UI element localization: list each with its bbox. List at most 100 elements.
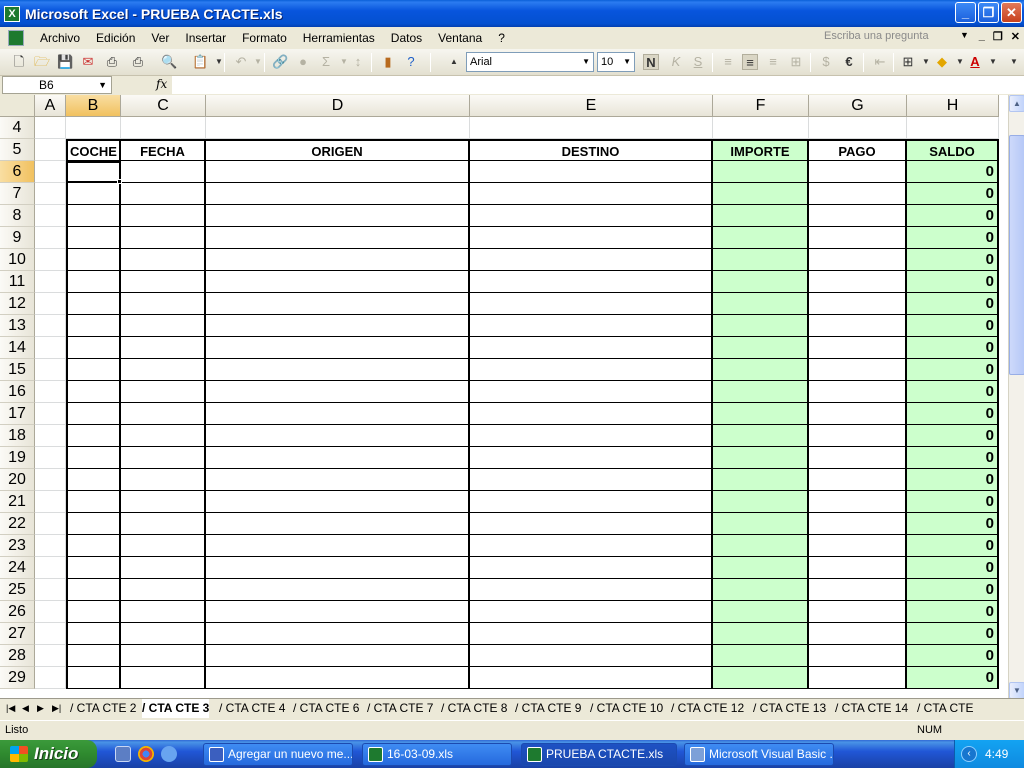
- cell-e29[interactable]: [470, 667, 713, 689]
- close-button[interactable]: ✕: [1001, 2, 1022, 23]
- sheet-tab-cta-cte-13[interactable]: / CTA CTE 13: [753, 699, 826, 718]
- underline-icon[interactable]: S: [690, 54, 706, 70]
- row-header-28[interactable]: 28: [0, 645, 35, 667]
- cell-e8[interactable]: [470, 205, 713, 227]
- cell-d13[interactable]: [206, 315, 470, 337]
- task-prueba-ctacte[interactable]: PRUEBA CTACTE.xls: [521, 743, 677, 766]
- cell-g8[interactable]: [809, 205, 907, 227]
- column-header-a[interactable]: A: [35, 95, 66, 117]
- menu-archivo[interactable]: Archivo: [32, 31, 88, 45]
- cell-e18[interactable]: [470, 425, 713, 447]
- cell-f29[interactable]: [713, 667, 809, 689]
- cell-g17[interactable]: [809, 403, 907, 425]
- cell-g18[interactable]: [809, 425, 907, 447]
- cell-f12[interactable]: [713, 293, 809, 315]
- cell-d26[interactable]: [206, 601, 470, 623]
- saldo-cell[interactable]: 0: [907, 557, 999, 579]
- cell-d6[interactable]: [206, 161, 470, 183]
- sheet-tab-cta-cte-6[interactable]: / CTA CTE 6: [293, 699, 359, 718]
- doc-minimize-icon[interactable]: _: [979, 30, 985, 43]
- scroll-down-icon[interactable]: ▼: [1009, 682, 1024, 699]
- cell-f16[interactable]: [713, 381, 809, 403]
- cell-c25[interactable]: [121, 579, 206, 601]
- cell-a11[interactable]: [35, 271, 66, 293]
- fill-handle[interactable]: [117, 179, 122, 184]
- sheet-tab-cta-cte-10[interactable]: / CTA CTE 10: [590, 699, 663, 718]
- active-cell-b6[interactable]: [66, 161, 121, 183]
- cell-d18[interactable]: [206, 425, 470, 447]
- cell-g11[interactable]: [809, 271, 907, 293]
- header-cell-origen[interactable]: ORIGEN: [206, 139, 470, 161]
- row-header-27[interactable]: 27: [0, 623, 35, 645]
- cell-c13[interactable]: [121, 315, 206, 337]
- cell-b27[interactable]: [66, 623, 121, 645]
- cell-c6[interactable]: [121, 161, 206, 183]
- cell-b7[interactable]: [66, 183, 121, 205]
- cell-g9[interactable]: [809, 227, 907, 249]
- saldo-cell[interactable]: 0: [907, 249, 999, 271]
- cell-f9[interactable]: [713, 227, 809, 249]
- saldo-cell[interactable]: 0: [907, 337, 999, 359]
- cell-c22[interactable]: [121, 513, 206, 535]
- cell-d21[interactable]: [206, 491, 470, 513]
- cell-b24[interactable]: [66, 557, 121, 579]
- insert-hyperlink-icon[interactable]: 🔗: [272, 54, 288, 70]
- cell-f11[interactable]: [713, 271, 809, 293]
- cell-c7[interactable]: [121, 183, 206, 205]
- cell-e7[interactable]: [470, 183, 713, 205]
- row-header-19[interactable]: 19: [0, 447, 35, 469]
- cell-g25[interactable]: [809, 579, 907, 601]
- cell-e25[interactable]: [470, 579, 713, 601]
- show-hidden-icons-icon[interactable]: ‹: [961, 746, 977, 762]
- cell-b9[interactable]: [66, 227, 121, 249]
- header-cell-destino[interactable]: DESTINO: [470, 139, 713, 161]
- row-header-26[interactable]: 26: [0, 601, 35, 623]
- cell-a25[interactable]: [35, 579, 66, 601]
- menu-datos[interactable]: Datos: [383, 31, 430, 45]
- row-header-29[interactable]: 29: [0, 667, 35, 689]
- cell-f21[interactable]: [713, 491, 809, 513]
- menu-edicion[interactable]: Edición: [88, 31, 143, 45]
- row-header-14[interactable]: 14: [0, 337, 35, 359]
- cell-a28[interactable]: [35, 645, 66, 667]
- cell-a26[interactable]: [35, 601, 66, 623]
- cell-e17[interactable]: [470, 403, 713, 425]
- cell-e22[interactable]: [470, 513, 713, 535]
- cell-b14[interactable]: [66, 337, 121, 359]
- doc-restore-icon[interactable]: ❐: [993, 30, 1003, 43]
- cell-g7[interactable]: [809, 183, 907, 205]
- cell-b23[interactable]: [66, 535, 121, 557]
- cell-c4[interactable]: [121, 117, 206, 139]
- cell-g15[interactable]: [809, 359, 907, 381]
- cell-e20[interactable]: [470, 469, 713, 491]
- cell-g6[interactable]: [809, 161, 907, 183]
- saldo-cell[interactable]: 0: [907, 403, 999, 425]
- header-cell-pago[interactable]: PAGO: [809, 139, 907, 161]
- cell-g20[interactable]: [809, 469, 907, 491]
- borders-dropdown-icon[interactable]: ▼: [918, 54, 934, 70]
- column-header-g[interactable]: G: [809, 95, 907, 117]
- saldo-cell[interactable]: 0: [907, 513, 999, 535]
- row-header-20[interactable]: 20: [0, 469, 35, 491]
- saldo-cell[interactable]: 0: [907, 623, 999, 645]
- select-all-button[interactable]: [0, 95, 35, 117]
- cell-f13[interactable]: [713, 315, 809, 337]
- cell-a12[interactable]: [35, 293, 66, 315]
- cell-b8[interactable]: [66, 205, 121, 227]
- cell-g4[interactable]: [809, 117, 907, 139]
- print-icon[interactable]: ⎙: [104, 54, 120, 70]
- saldo-cell[interactable]: 0: [907, 293, 999, 315]
- cell-b20[interactable]: [66, 469, 121, 491]
- sheet-tab-cta-cte-2[interactable]: / CTA CTE 2: [70, 699, 136, 718]
- row-header-7[interactable]: 7: [0, 183, 35, 205]
- row-header-23[interactable]: 23: [0, 535, 35, 557]
- bold-icon[interactable]: N: [643, 54, 659, 70]
- cell-b15[interactable]: [66, 359, 121, 381]
- cell-c10[interactable]: [121, 249, 206, 271]
- saldo-cell[interactable]: 0: [907, 315, 999, 337]
- cell-d29[interactable]: [206, 667, 470, 689]
- cell-f7[interactable]: [713, 183, 809, 205]
- cell-a24[interactable]: [35, 557, 66, 579]
- cell-c23[interactable]: [121, 535, 206, 557]
- cell-c19[interactable]: [121, 447, 206, 469]
